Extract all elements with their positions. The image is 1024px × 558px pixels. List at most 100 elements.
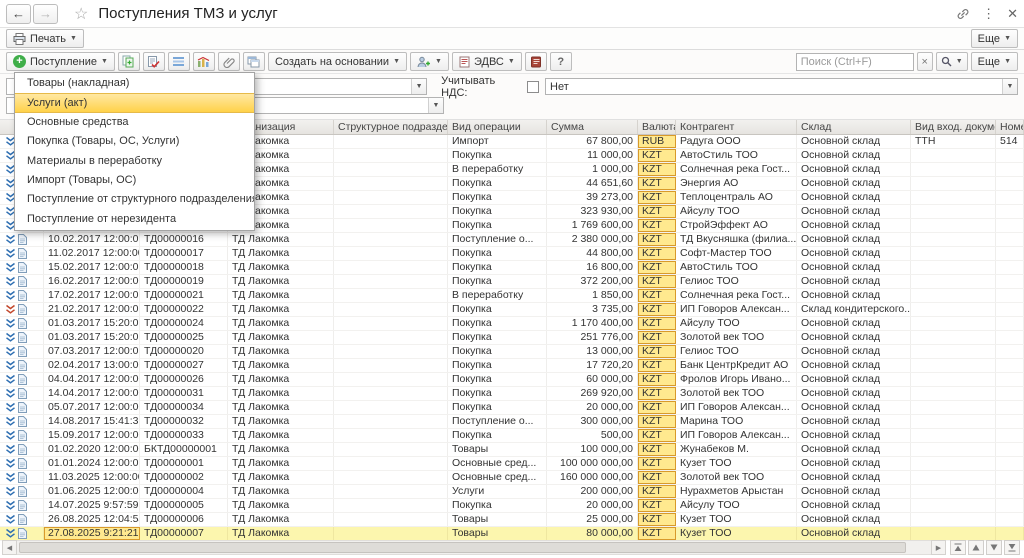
table-row[interactable]: 01.03.2017 15:20:01ТД00000024ТД ЛакомкаП… [0,317,1024,331]
cell-doctype [911,191,996,204]
cell-date: 21.02.2017 12:00:05 [44,303,140,316]
cell-date: 17.02.2017 12:00:02 [44,289,140,302]
table-row[interactable]: 04.04.2017 12:00:00ТД00000026ТД ЛакомкаП… [0,373,1024,387]
scroll-right-icon[interactable]: ▶ [931,540,946,555]
menu-item[interactable]: Услуги (акт) [15,93,254,112]
dtkt-report-button[interactable] [193,52,215,71]
posted-icon [5,528,16,539]
table-row[interactable]: 14.04.2017 12:00:00ТД00000031ТД ЛакомкаП… [0,387,1024,401]
table-row[interactable]: 15.09.2017 12:00:00ТД00000033ТД ЛакомкаП… [0,429,1024,443]
column-header-doctype[interactable]: Вид вход. документа [911,120,996,134]
cell-org: ТД Лакомка [228,401,334,414]
table-row[interactable]: 07.03.2017 12:00:03ТД00000020ТД ЛакомкаП… [0,345,1024,359]
cell-wh: Основной склад [797,163,911,176]
vat-checkbox[interactable] [527,81,539,93]
related-documents-button[interactable] [243,52,265,71]
cell-cur: KZT [638,513,676,526]
link-icon[interactable] [956,7,970,21]
scrollbar-track[interactable] [17,540,931,555]
table-row[interactable]: 01.03.2017 15:20:02ТД00000025ТД ЛакомкаП… [0,331,1024,345]
table-row[interactable]: 21.02.2017 12:00:05ТД00000022ТД ЛакомкаП… [0,303,1024,317]
cell-wh: Основной склад [797,261,911,274]
table-row[interactable]: 14.07.2025 9:57:59ТД00000005ТД ЛакомкаПо… [0,499,1024,513]
column-header-contr[interactable]: Контрагент [676,120,797,134]
table-row[interactable]: 01.02.2020 12:00:00БКТД00000001ТД Лакомк… [0,443,1024,457]
table-row[interactable]: 11.02.2017 12:00:00ТД00000017ТД ЛакомкаП… [0,247,1024,261]
column-header-docnum[interactable]: Номер вх [996,120,1024,134]
menu-item[interactable]: Товары (накладная) [15,74,254,93]
posted-icon [5,346,16,357]
column-header-unit[interactable]: Структурное подразделение [334,120,448,134]
cell-cur: KZT [638,457,676,470]
menu-item[interactable]: Импорт (Товары, ОС) [15,171,254,190]
copy-document-button[interactable] [118,52,140,71]
column-header-sum[interactable]: Сумма [547,120,638,134]
help-button[interactable]: ? [550,52,572,71]
table-row[interactable]: 27.08.2025 9:21:21ТД00000007ТД ЛакомкаТо… [0,527,1024,541]
column-header-wh[interactable]: Склад [797,120,911,134]
close-icon[interactable]: ✕ [1007,7,1018,20]
page-up-button[interactable] [968,540,984,555]
page-down-button[interactable] [986,540,1002,555]
posted-icon [5,276,16,287]
chevron-down-icon[interactable]: ▼ [428,98,443,113]
back-button[interactable]: ← [6,4,31,24]
table-row[interactable]: 01.06.2025 12:00:00ТД00000004ТД ЛакомкаУ… [0,485,1024,499]
table-row[interactable]: 17.02.2017 12:00:02ТД00000021ТД ЛакомкаВ… [0,289,1024,303]
favorite-star-icon[interactable]: ☆ [74,4,88,24]
search-options-button[interactable]: ▼ [936,52,968,71]
post-document-button[interactable] [143,52,165,71]
go-bottom-button[interactable] [1004,540,1020,555]
table-row[interactable]: 26.08.2025 12:04:54ТД00000006ТД ЛакомкаТ… [0,513,1024,527]
more-button-top[interactable]: Еще ▼ [971,29,1018,48]
table-row[interactable]: 15.02.2017 12:00:01ТД00000018ТД ЛакомкаП… [0,261,1024,275]
scrollbar-thumb[interactable] [19,542,906,553]
attachments-button[interactable] [218,52,240,71]
edvs-button[interactable]: ЭДВС ▼ [452,52,522,71]
cell-date: 11.02.2017 12:00:00 [44,247,140,260]
cell-wh: Основной склад [797,219,911,232]
document-movements-button[interactable] [168,52,190,71]
table-row[interactable]: 10.02.2017 12:00:01ТД00000016ТД ЛакомкаП… [0,233,1024,247]
add-contact-button[interactable]: ▼ [410,52,449,71]
cell-op: Покупка [448,499,547,512]
menu-item[interactable]: Материалы в переработку [15,152,254,171]
search-input[interactable] [796,53,914,71]
menu-item[interactable]: Покупка (Товары, ОС, Услуги) [15,132,254,151]
column-header-cur[interactable]: Валюта [638,120,676,134]
vat-combo[interactable]: Нет ▼ [545,78,1018,95]
cell-cur: KZT [638,429,676,442]
cell-docnum [996,373,1024,386]
column-header-op[interactable]: Вид операции [448,120,547,134]
table-row[interactable]: 01.01.2024 12:00:01ТД00000001ТД ЛакомкаО… [0,457,1024,471]
table-row[interactable]: 14.08.2017 15:41:38ТД00000032ТД ЛакомкаП… [0,415,1024,429]
cell-sum: 100 000 000,00 [547,457,638,470]
cell-doctype [911,373,996,386]
clear-search-button[interactable]: × [917,52,933,71]
more-button-toolbar[interactable]: Еще ▼ [971,52,1018,71]
cell-sum: 300 000,00 [547,415,638,428]
table-row[interactable]: 02.04.2017 13:00:00ТД00000027ТД ЛакомкаП… [0,359,1024,373]
cell-unit [334,191,448,204]
create-based-button[interactable]: Создать на основании ▼ [268,52,407,71]
scroll-left-icon[interactable]: ◀ [2,540,17,555]
table-row[interactable]: 11.03.2025 12:00:00ТД00000002ТД ЛакомкаО… [0,471,1024,485]
chevron-down-icon[interactable]: ▼ [411,79,426,94]
go-top-button[interactable] [950,540,966,555]
menu-dots-icon[interactable]: ⋮ [982,7,995,20]
forward-button[interactable]: → [33,4,58,24]
cell-op: Покупка [448,191,547,204]
postuplenie-create-button[interactable]: + Поступление ▼ [6,52,115,71]
table-row[interactable]: 05.07.2017 12:00:00ТД00000034ТД ЛакомкаП… [0,401,1024,415]
horizontal-scrollbar[interactable]: ◀ ▶ [2,540,946,555]
table-row[interactable]: 16.02.2017 12:00:00ТД00000019ТД ЛакомкаП… [0,275,1024,289]
menu-item[interactable]: Поступление от нерезидента [15,210,254,229]
cell-doctype [911,401,996,414]
print-button[interactable]: Печать ▼ [6,29,84,48]
cell-date: 11.03.2025 12:00:00 [44,471,140,484]
journal-button[interactable] [525,52,547,71]
cell-op: Основные сред... [448,457,547,470]
chevron-down-icon[interactable]: ▼ [1002,79,1017,94]
menu-item[interactable]: Поступление от структурного подразделени… [15,190,254,209]
menu-item[interactable]: Основные средства [15,113,254,132]
